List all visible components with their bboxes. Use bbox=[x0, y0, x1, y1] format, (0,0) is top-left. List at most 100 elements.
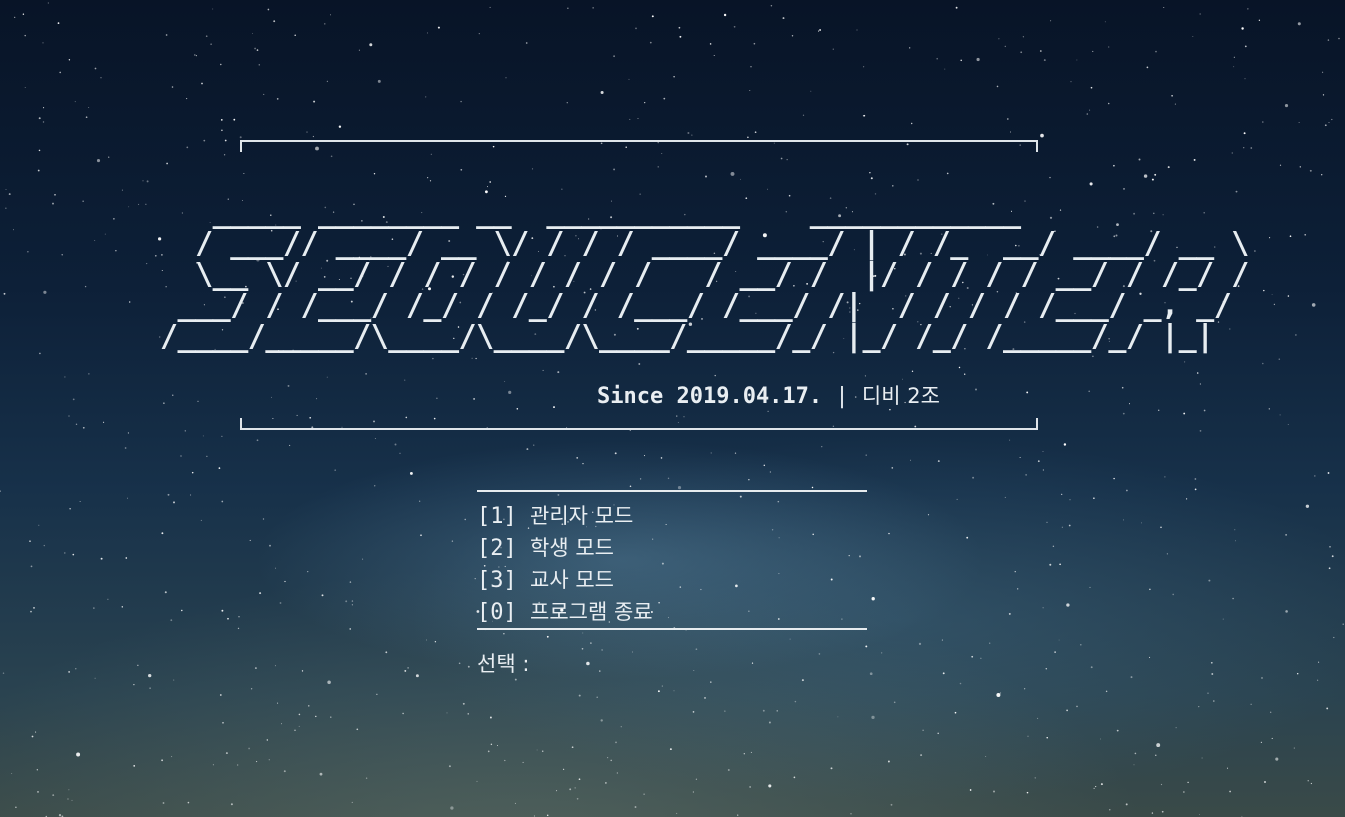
star bbox=[402, 712, 404, 715]
star bbox=[88, 373, 90, 375]
star bbox=[210, 43, 212, 45]
star bbox=[1149, 656, 1151, 658]
star bbox=[1270, 711, 1272, 713]
star bbox=[1089, 109, 1091, 111]
star bbox=[154, 254, 157, 257]
menu-list: [1] 관리자 모드 [2] 학생 모드 [3] 교사 모드 [0] 프로그램 … bbox=[477, 500, 867, 628]
star bbox=[862, 115, 865, 117]
star bbox=[64, 376, 66, 378]
star bbox=[166, 162, 168, 165]
star bbox=[446, 712, 448, 714]
main-menu: [1] 관리자 모드 [2] 학생 모드 [3] 교사 모드 [0] 프로그램 … bbox=[477, 490, 867, 678]
star bbox=[629, 118, 631, 120]
star bbox=[763, 464, 766, 467]
star bbox=[713, 55, 715, 57]
star bbox=[856, 29, 858, 31]
star bbox=[230, 803, 233, 806]
star bbox=[194, 54, 196, 56]
banner-top-border bbox=[240, 140, 1038, 142]
menu-item-student-mode[interactable]: [2] 학생 모드 bbox=[477, 532, 867, 564]
star bbox=[692, 711, 695, 713]
star bbox=[819, 29, 822, 31]
star bbox=[1287, 423, 1289, 426]
star bbox=[3, 292, 6, 295]
selection-input[interactable] bbox=[536, 652, 601, 678]
star bbox=[821, 446, 823, 448]
star bbox=[969, 789, 972, 791]
star bbox=[1052, 545, 1055, 547]
star bbox=[54, 193, 56, 196]
star bbox=[58, 814, 62, 817]
star bbox=[920, 754, 923, 757]
star bbox=[667, 477, 670, 480]
star bbox=[1327, 39, 1330, 41]
star bbox=[385, 651, 388, 654]
star bbox=[173, 679, 175, 681]
star bbox=[1172, 593, 1175, 596]
subtitle-separator: | bbox=[835, 384, 849, 409]
star bbox=[43, 544, 45, 547]
star bbox=[349, 581, 352, 583]
star bbox=[1089, 182, 1093, 186]
star bbox=[180, 455, 182, 457]
star bbox=[776, 710, 778, 712]
star bbox=[791, 35, 794, 37]
star bbox=[274, 665, 276, 667]
menu-item-teacher-mode[interactable]: [3] 교사 모드 bbox=[477, 564, 867, 596]
star bbox=[79, 500, 81, 502]
star bbox=[1316, 679, 1319, 681]
star bbox=[200, 519, 202, 521]
star bbox=[107, 598, 109, 600]
star bbox=[72, 398, 75, 401]
star bbox=[1134, 752, 1137, 755]
star bbox=[113, 218, 115, 220]
star bbox=[1201, 757, 1203, 759]
star bbox=[1125, 803, 1128, 806]
star bbox=[1198, 813, 1200, 815]
star bbox=[600, 90, 604, 95]
star bbox=[266, 739, 268, 741]
star bbox=[1113, 477, 1115, 480]
star bbox=[1210, 661, 1213, 664]
star bbox=[1263, 289, 1265, 292]
star bbox=[649, 41, 652, 44]
star bbox=[146, 263, 148, 265]
star bbox=[1174, 103, 1176, 105]
star bbox=[125, 557, 128, 559]
star bbox=[221, 609, 224, 612]
star bbox=[289, 444, 291, 446]
menu-label: 학생 모드 bbox=[530, 536, 614, 560]
star bbox=[937, 460, 940, 463]
star bbox=[84, 285, 87, 288]
menu-item-exit-program[interactable]: [0] 프로그램 종료 bbox=[477, 596, 867, 628]
star bbox=[227, 617, 229, 620]
star bbox=[351, 604, 353, 606]
star bbox=[514, 678, 517, 681]
star bbox=[61, 254, 63, 256]
star bbox=[691, 134, 693, 136]
star bbox=[37, 169, 40, 172]
star bbox=[922, 729, 924, 731]
star bbox=[489, 716, 492, 719]
star bbox=[1050, 20, 1052, 22]
star bbox=[205, 35, 208, 38]
star bbox=[222, 721, 224, 724]
star bbox=[258, 64, 260, 66]
star bbox=[890, 803, 893, 806]
menu-item-admin-mode[interactable]: [1] 관리자 모드 bbox=[477, 500, 867, 532]
star bbox=[1042, 451, 1044, 453]
star bbox=[256, 761, 258, 763]
star bbox=[306, 131, 308, 133]
star bbox=[376, 693, 378, 695]
star bbox=[8, 193, 11, 196]
star bbox=[762, 709, 765, 712]
star bbox=[68, 415, 70, 417]
star bbox=[571, 746, 574, 749]
star bbox=[1123, 188, 1125, 190]
star bbox=[221, 500, 224, 503]
star bbox=[613, 55, 615, 58]
star bbox=[5, 189, 7, 190]
star bbox=[279, 602, 282, 604]
star bbox=[643, 793, 645, 795]
star bbox=[1020, 51, 1023, 54]
